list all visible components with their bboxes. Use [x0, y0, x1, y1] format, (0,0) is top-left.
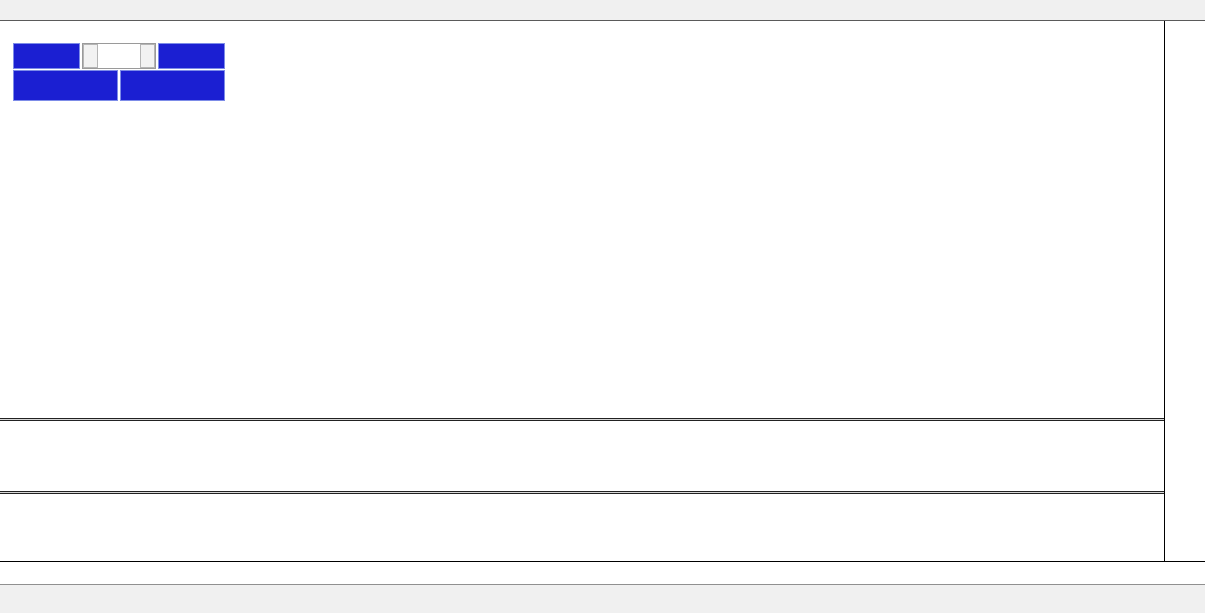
rsi-indicator-panel[interactable] — [0, 494, 1164, 561]
one-click-trade-panel — [13, 43, 225, 101]
volume-spinner — [82, 43, 156, 69]
buy-price-quote[interactable] — [120, 70, 225, 101]
volume-decrease-button[interactable] — [83, 44, 98, 68]
trading-platform-window — [0, 0, 1205, 613]
macd-indicator-panel[interactable] — [0, 421, 1164, 491]
chart-tab-bar — [0, 584, 1205, 613]
volume-increase-button[interactable] — [140, 44, 155, 68]
sell-button[interactable] — [13, 43, 80, 69]
timeframe-toolbar — [0, 0, 1205, 21]
chart-frame — [0, 21, 1205, 584]
volume-input[interactable] — [98, 44, 140, 68]
sell-price-quote[interactable] — [13, 70, 118, 101]
buy-button[interactable] — [158, 43, 225, 69]
price-axis[interactable] — [1164, 21, 1205, 561]
date-axis[interactable] — [0, 561, 1205, 584]
